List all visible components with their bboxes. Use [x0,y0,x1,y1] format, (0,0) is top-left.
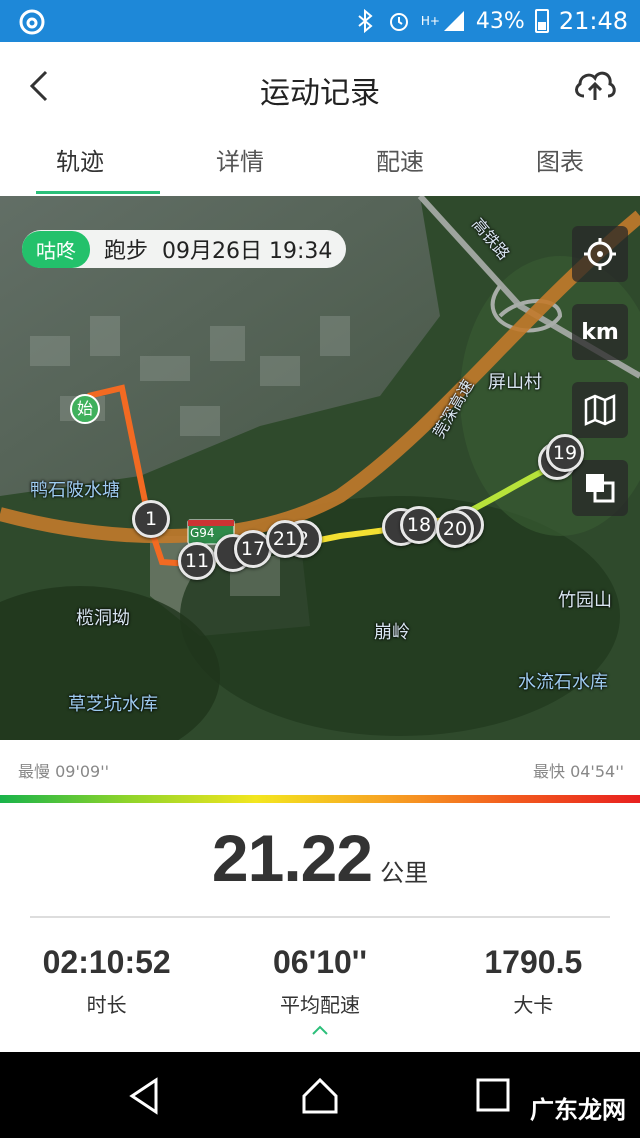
tab-track[interactable]: 轨迹 [0,132,160,196]
activity-info-pill: 咕咚 跑步 09月26日 19:34 [22,230,347,268]
layers-icon [586,474,615,503]
road-sign: G94 [190,526,215,540]
distance-summary: 21.22 公里 [0,820,640,910]
tab-bar: 轨迹 详情 配速 图表 [0,132,640,196]
place-label: 草芝坑水库 [68,694,158,715]
km-toggle-button[interactable]: km [572,304,628,360]
app-tag: 咕咚 [22,230,90,268]
stat-label: 平均配速 [279,993,360,1017]
place-label: 崩岭 [374,622,410,643]
layers-button[interactable] [572,460,628,516]
map-type-button[interactable] [572,382,628,438]
map-icon [584,394,616,426]
cloud-upload-icon[interactable] [572,64,618,104]
place-label: 鸭石陂水塘 [30,480,120,501]
pace-gradient-bar [0,795,640,803]
slowest-pace: 最慢 09'09'' [18,762,110,781]
fastest-pace: 最快 04'54'' [532,762,624,781]
alarm-icon [389,13,408,31]
tab-charts[interactable]: 图表 [480,132,640,196]
stat-duration: 02:10:52 时长 [0,944,213,1034]
clock: 21:48 [558,7,628,35]
status-bar: H+ 43% 21:48 [0,0,640,42]
battery-icon [534,9,549,33]
stat-value: 1790.5 [484,944,583,980]
battery-percent: 43% [475,8,525,34]
distance-value: 21.22 [211,821,373,895]
stat-calories: 1790.5 大卡 [427,944,640,1034]
place-label: 水流石水库 [518,672,608,693]
km-label: km [581,319,619,345]
bluetooth-icon [358,9,373,33]
nav-back-icon[interactable] [122,1074,166,1118]
km-marker[interactable]: 19 [546,434,584,472]
stat-label: 时长 [86,993,127,1017]
network-type: H+ [420,14,440,28]
app-notification-icon [19,9,45,35]
place-label: 榄洞坳 [76,608,130,629]
system-nav-bar: 广东龙网 [0,1052,640,1138]
page-title: 运动记录 [260,76,380,111]
km-marker[interactable]: 20 [436,510,474,548]
km-marker[interactable]: 11 [178,542,216,580]
stat-value: 06'10'' [272,944,367,980]
tab-details[interactable]: 详情 [160,132,320,196]
stat-value: 02:10:52 [42,944,171,980]
start-marker[interactable]: 始 [70,394,100,424]
km-marker[interactable]: 18 [400,506,438,544]
tab-pace[interactable]: 配速 [320,132,480,196]
chevron-up-icon[interactable] [308,1020,332,1040]
km-marker[interactable]: 21 [266,520,304,558]
distance-unit: 公里 [380,859,429,887]
divider [30,916,610,918]
nav-recents-icon[interactable] [472,1074,516,1118]
place-label: 屏山村 [488,372,542,393]
signal-icon [443,11,464,31]
pace-range: 最慢 09'09'' 最快 04'54'' [0,740,640,804]
route-map[interactable]: G94 咕咚 跑步 09月26日 19:34 km 始 1 11 17 2 21… [0,196,640,740]
stat-label: 大卡 [513,993,554,1017]
place-label: 竹园山 [558,590,612,611]
locate-button[interactable] [572,226,628,282]
app-header: 运动记录 [0,42,640,132]
activity-datetime: 09月26日 19:34 [162,239,333,264]
crosshair-icon [584,238,616,270]
nav-home-icon[interactable] [298,1074,342,1118]
watermark: 广东龙网 [530,1096,626,1124]
km-marker[interactable]: 1 [132,500,170,538]
activity-type: 跑步 [104,239,149,264]
